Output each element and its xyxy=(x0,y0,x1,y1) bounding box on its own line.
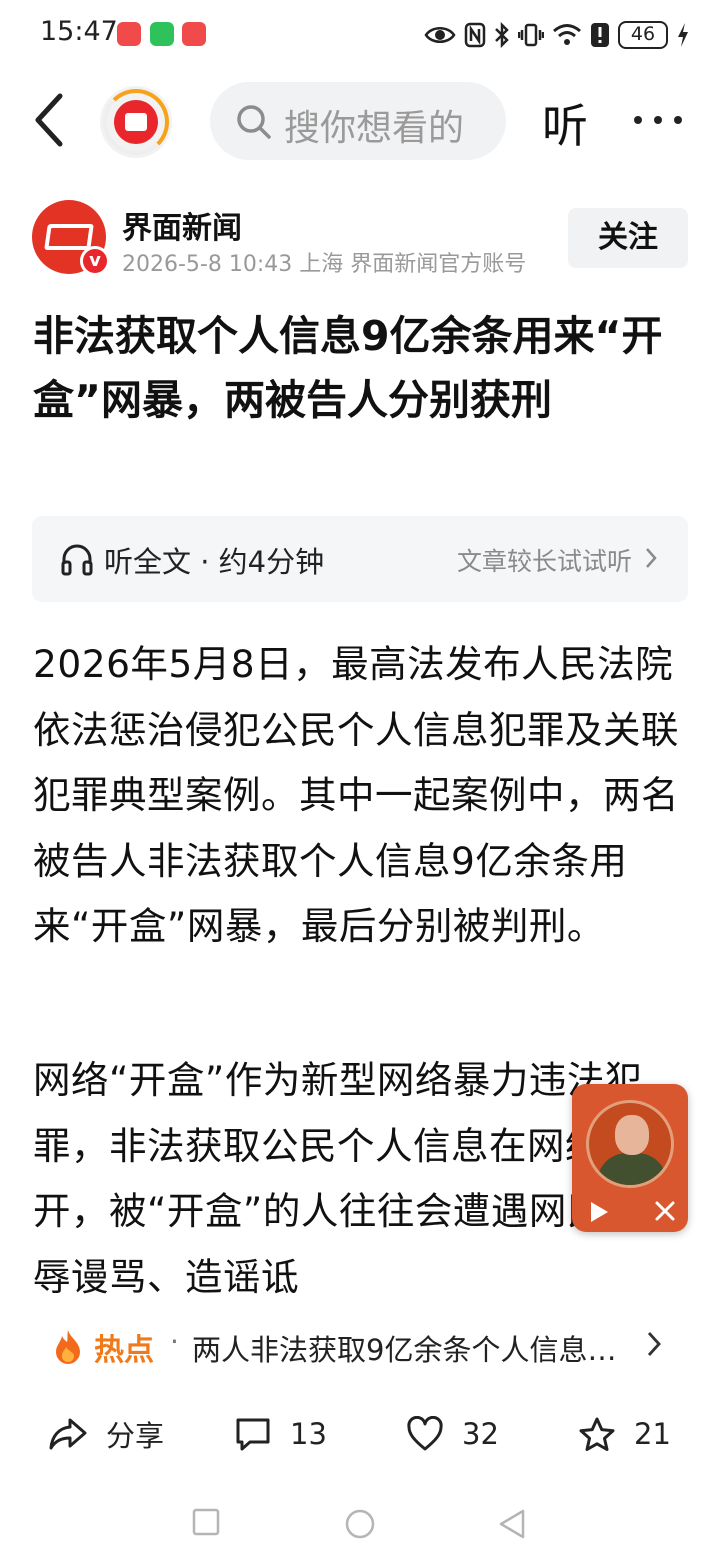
jiemian-logo-icon xyxy=(44,224,94,250)
share-button[interactable]: 分享 xyxy=(48,1408,164,1460)
author-meta: 2026-5-8 10:43 上海 界面新闻官方账号 xyxy=(122,252,527,277)
action-bar: 分享 13 32 21 xyxy=(0,1396,720,1472)
like-count: 32 xyxy=(462,1417,499,1451)
hot-separator: · xyxy=(170,1325,179,1358)
fire-icon xyxy=(56,1330,80,1364)
search-placeholder: 搜你想看的 xyxy=(284,108,465,149)
hot-topic-bar[interactable]: 热点 · 两人非法获取9亿余条个人信息用来开盒网暴 xyxy=(0,1314,720,1376)
eye-icon xyxy=(424,27,456,43)
home-icon[interactable] xyxy=(344,1508,376,1540)
favorite-button[interactable]: 21 xyxy=(578,1408,671,1460)
heart-icon xyxy=(407,1416,443,1451)
app-notification-icon xyxy=(117,22,141,46)
chevron-right-icon xyxy=(646,548,657,568)
thumbnail-uniform xyxy=(597,1153,667,1185)
chevron-left-icon xyxy=(35,93,63,147)
hot-label: 热点 xyxy=(94,1333,154,1368)
thumbnail-face xyxy=(615,1115,649,1155)
more-icon xyxy=(634,116,682,124)
favorite-count: 21 xyxy=(634,1417,671,1451)
play-icon[interactable] xyxy=(588,1200,610,1224)
back-button[interactable] xyxy=(28,90,78,150)
comment-button[interactable]: 13 xyxy=(234,1408,327,1460)
player-thumbnail[interactable] xyxy=(586,1100,674,1188)
status-icons: 46 xyxy=(424,18,690,52)
more-options-button[interactable] xyxy=(632,95,684,145)
alert-icon xyxy=(591,23,609,47)
wechat-notification-icon xyxy=(150,22,174,46)
back-nav-icon[interactable] xyxy=(498,1508,526,1540)
logo-icon xyxy=(114,100,158,144)
comment-icon xyxy=(236,1418,270,1451)
headphones-icon xyxy=(61,544,93,576)
app-logo-button[interactable] xyxy=(100,86,172,158)
article-headline: 非法获取个人信息9亿余条用来“开盒”网暴，两被告人分别获刑 xyxy=(33,312,663,424)
search-icon xyxy=(237,105,271,139)
floating-video-player[interactable] xyxy=(572,1084,688,1232)
app-notification-icon xyxy=(182,22,206,46)
article-paragraph: 2026年5月8日，最高法发布人民法院依法惩治侵犯公民个人信息犯罪及关联犯罪典型… xyxy=(33,642,679,948)
author-avatar[interactable]: v xyxy=(32,200,110,276)
status-bar: 15:47 46 xyxy=(0,0,720,70)
system-navigation-bar xyxy=(0,1490,720,1560)
star-icon xyxy=(579,1417,615,1451)
author-name[interactable]: 界面新闻 xyxy=(122,203,242,247)
recent-apps-icon[interactable] xyxy=(192,1508,220,1536)
chevron-right-icon xyxy=(647,1332,661,1356)
hot-topic-title: 两人非法获取9亿余条个人信息用来开盒网暴 xyxy=(192,1333,626,1367)
battery-indicator: 46 xyxy=(618,21,668,49)
status-time: 15:47 xyxy=(40,16,118,47)
wifi-icon xyxy=(553,24,581,45)
bluetooth-icon xyxy=(495,22,509,48)
nfc-icon xyxy=(464,22,486,48)
charging-icon xyxy=(678,23,688,47)
vibrate-icon xyxy=(518,23,544,47)
comment-count: 13 xyxy=(290,1417,327,1451)
listen-bar-label: 听全文 · 约4分钟 xyxy=(104,545,325,579)
listen-button[interactable]: 听 xyxy=(542,90,588,156)
close-icon[interactable] xyxy=(654,1200,676,1222)
listen-full-article-bar[interactable]: 听全文 · 约4分钟 文章较长试试听 xyxy=(32,516,688,602)
listen-bar-hint: 文章较长试试听 xyxy=(456,547,632,576)
follow-button[interactable]: 关注 xyxy=(568,208,688,268)
like-button[interactable]: 32 xyxy=(406,1408,499,1460)
search-input[interactable]: 搜你想看的 xyxy=(210,82,506,160)
verified-badge-icon: v xyxy=(80,246,110,276)
share-label: 分享 xyxy=(106,1419,165,1453)
share-icon xyxy=(49,1418,87,1450)
